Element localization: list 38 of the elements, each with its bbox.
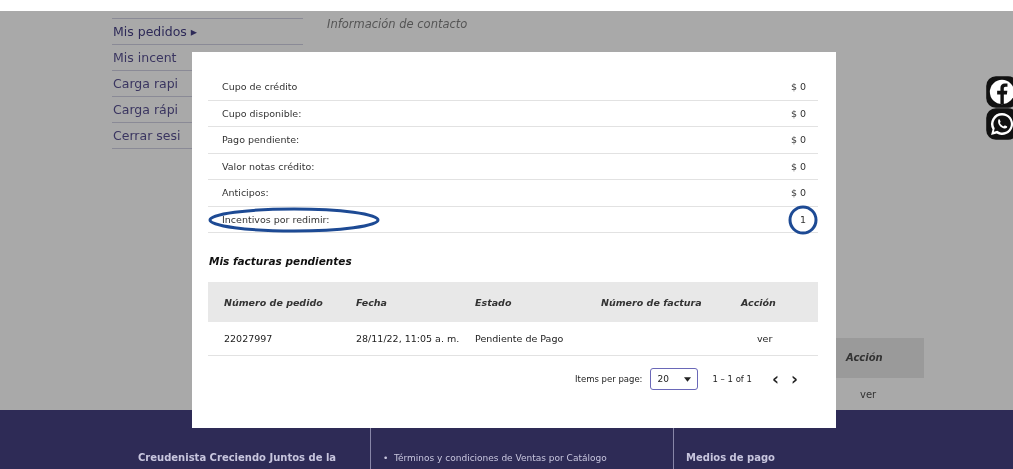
summary-value: $ 0 [790, 160, 806, 172]
summary-value: 1 [799, 213, 806, 225]
caret-icon [684, 376, 692, 382]
section-title: Mis facturas pendientes [209, 255, 353, 267]
table-cell[interactable]: ver [836, 378, 924, 400]
column-header: Estado [475, 296, 513, 308]
summary-value: $ 0 [790, 81, 806, 93]
summary-label: Pago pendiente: [222, 134, 300, 146]
page-size-dropdown[interactable]: 20 [650, 368, 699, 390]
highlight-circle [788, 204, 818, 235]
footer-text: Medios de pago [686, 452, 775, 463]
whatsapp-icon[interactable] [985, 107, 1013, 141]
summary-label: Cupo disponible: [222, 107, 302, 119]
table-cell: 28/11/22, 11:05 a. m. [356, 333, 460, 344]
facebook-icon[interactable] [985, 75, 1013, 109]
summary-label: Cupo de crédito [222, 81, 298, 93]
table-cell: 22027997 [224, 333, 273, 344]
page-range: 1 – 1 of 1 [712, 374, 752, 384]
column-header: Acción [741, 296, 777, 308]
summary-label: Valor notas crédito: [222, 160, 315, 172]
summary-value: $ 0 [790, 187, 806, 199]
summary-value: $ 0 [790, 134, 806, 146]
table-cell: Pendiente de Pago [475, 333, 564, 344]
sidebar-item[interactable]: Mis pedidos ▸ [112, 18, 303, 45]
column-header: Número de factura [601, 296, 703, 308]
items-per-page-label: Items per page: [575, 374, 643, 384]
next-page-button[interactable]: › [785, 370, 804, 388]
summary-value: $ 0 [790, 107, 806, 119]
column-header: Número de pedido [224, 296, 324, 308]
section-heading: Información de contacto [327, 17, 469, 31]
column-header: Fecha [356, 296, 388, 308]
footer-text[interactable]: • Términos y condiciones de Ventas por Catálogo [383, 453, 607, 463]
previous-page-button[interactable]: ‹ [765, 370, 785, 388]
summary-label: Incentivos por redimir: [222, 213, 330, 225]
table-header: Acción [836, 338, 924, 378]
summary-label: Anticipos: [222, 187, 269, 199]
view-link[interactable]: ver [757, 333, 773, 344]
footer-text: Creudenista Creciendo Juntos de la [138, 452, 337, 463]
